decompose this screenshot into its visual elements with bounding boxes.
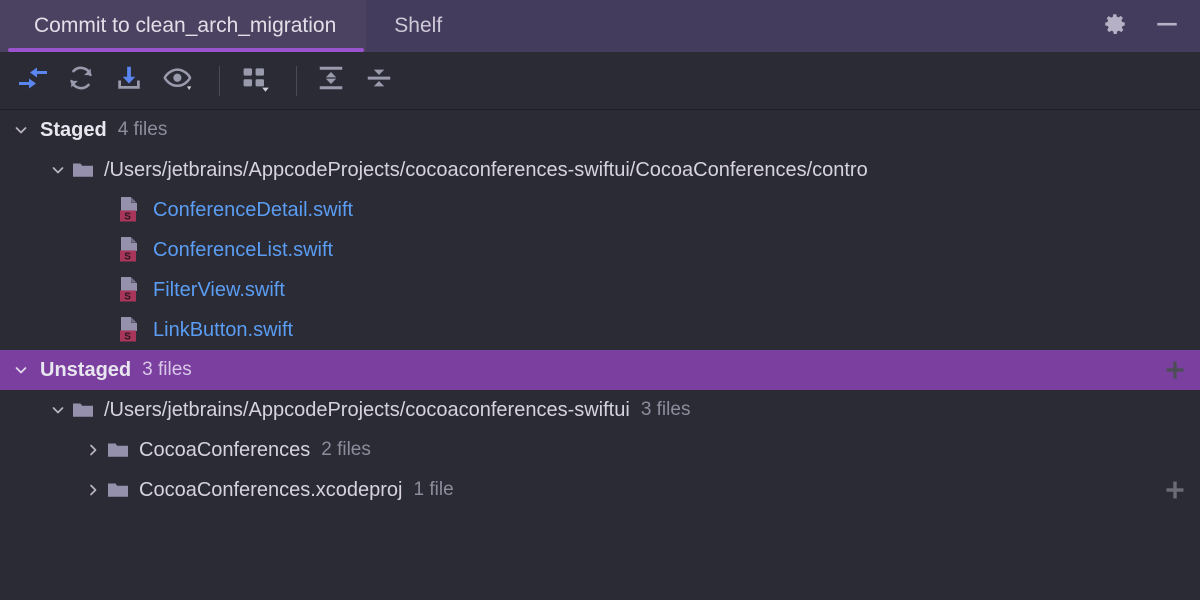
file-name-label: FilterView.swift	[153, 278, 285, 301]
gear-icon	[1102, 11, 1128, 42]
header-actions	[1100, 0, 1200, 52]
collapse-all-button[interactable]	[356, 59, 402, 103]
header-spacer	[470, 0, 1100, 52]
group-title: Staged	[40, 118, 107, 141]
minimize-button[interactable]	[1152, 11, 1182, 41]
folder-path-label: /Users/jetbrains/AppcodeProjects/cocoaco…	[104, 398, 630, 421]
folder-icon	[106, 438, 130, 462]
svg-text:S: S	[124, 251, 131, 262]
download-icon	[114, 63, 144, 98]
tree-node-unstaged-folder[interactable]: /Users/jetbrains/AppcodeProjects/cocoaco…	[0, 390, 1200, 430]
tab-commit[interactable]: Commit to clean_arch_migration	[0, 0, 367, 52]
chevron-right-icon[interactable]	[80, 482, 106, 498]
minus-icon	[1154, 11, 1180, 42]
folder-icon	[106, 478, 130, 502]
window-header: Commit to clean_arch_migration Shelf	[0, 0, 1200, 52]
tree-file-row[interactable]: S FilterView.swift	[0, 270, 1200, 310]
group-by-button[interactable]	[231, 59, 285, 103]
add-to-staged-button[interactable]	[1162, 357, 1188, 383]
tab-strip: Commit to clean_arch_migration Shelf	[0, 0, 470, 52]
folder-path-label: /Users/jetbrains/AppcodeProjects/cocoaco…	[104, 158, 868, 181]
add-to-staged-button[interactable]	[1162, 477, 1188, 503]
toolbar-separator	[296, 65, 297, 96]
refresh-button[interactable]	[58, 59, 104, 103]
toolbar	[0, 52, 1200, 110]
file-name-label: ConferenceDetail.swift	[153, 198, 354, 221]
swift-file-icon: S	[118, 196, 143, 224]
tree-file-row[interactable]: S ConferenceDetail.swift	[0, 190, 1200, 230]
folder-icon	[71, 158, 95, 182]
preview-diff-button[interactable]	[154, 59, 208, 103]
file-name-label: ConferenceList.swift	[153, 238, 334, 261]
svg-text:S: S	[124, 331, 131, 342]
chevron-down-icon[interactable]	[8, 362, 34, 378]
swift-file-icon: S	[118, 276, 143, 304]
chevron-down-icon[interactable]	[45, 162, 71, 178]
node-count-label: 2 files	[321, 439, 371, 460]
show-diff-button[interactable]	[10, 59, 56, 103]
chevron-down-icon[interactable]	[45, 402, 71, 418]
chevron-down-icon[interactable]	[8, 122, 34, 138]
tree-node-row[interactable]: CocoaConferences.xcodeproj 1 file	[0, 470, 1200, 510]
tree-file-row[interactable]: S ConferenceList.swift	[0, 230, 1200, 270]
update-project-button[interactable]	[106, 59, 152, 103]
node-name-label: CocoaConferences	[139, 438, 311, 461]
folder-count-label: 3 files	[640, 399, 691, 420]
chevron-right-icon[interactable]	[80, 442, 106, 458]
group-by-dropdown-icon	[240, 63, 276, 98]
svg-text:S: S	[124, 291, 131, 302]
svg-text:S: S	[124, 211, 131, 222]
refresh-icon	[66, 63, 96, 98]
tab-commit-label: Commit to clean_arch_migration	[34, 14, 337, 37]
diff-arrows-icon	[17, 62, 49, 99]
collapse-all-icon	[364, 63, 394, 98]
folder-icon	[71, 398, 95, 422]
changes-tree[interactable]: Staged 4 files /Users/jetbrains/AppcodeP…	[0, 110, 1200, 599]
tab-shelf-label: Shelf	[394, 14, 443, 37]
expand-all-icon	[316, 63, 346, 98]
tree-group-staged[interactable]: Staged 4 files	[0, 110, 1200, 150]
tab-shelf[interactable]: Shelf	[366, 0, 470, 52]
node-name-label: CocoaConferences.xcodeproj	[139, 478, 403, 501]
toolbar-separator	[219, 65, 220, 96]
group-title: Unstaged	[40, 358, 132, 381]
eye-dropdown-icon	[163, 63, 199, 98]
swift-file-icon: S	[118, 316, 143, 344]
settings-button[interactable]	[1100, 11, 1130, 41]
group-count: 3 files	[142, 359, 192, 380]
expand-all-button[interactable]	[308, 59, 354, 103]
tree-node-staged-folder[interactable]: /Users/jetbrains/AppcodeProjects/cocoaco…	[0, 150, 1200, 190]
node-count-label: 1 file	[413, 479, 454, 500]
tree-node-row[interactable]: CocoaConferences 2 files	[0, 430, 1200, 470]
tree-file-row[interactable]: S LinkButton.swift	[0, 310, 1200, 350]
swift-file-icon: S	[118, 236, 143, 264]
tree-group-unstaged[interactable]: Unstaged 3 files	[0, 350, 1200, 390]
file-name-label: LinkButton.swift	[153, 318, 294, 341]
group-count: 4 files	[117, 119, 168, 140]
